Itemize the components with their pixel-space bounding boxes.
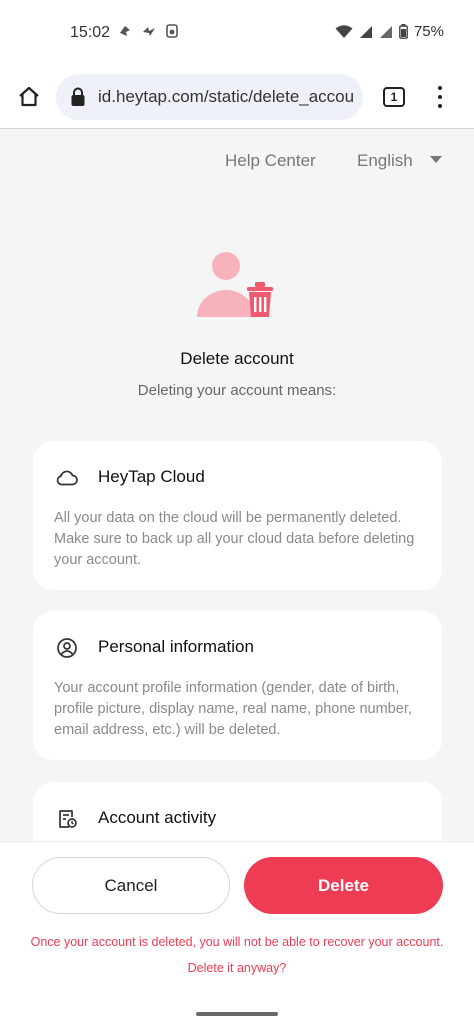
battery-icon	[399, 24, 408, 39]
signal-icon	[359, 25, 372, 38]
url-text[interactable]: id.heytap.com/static/delete_account	[98, 87, 353, 109]
card-title: Account activity	[98, 808, 217, 827]
browser-toolbar: id.heytap.com/static/delete_account 1	[0, 70, 474, 126]
info-card-heytap-cloud: HeyTap Cloud All your data on the cloud …	[33, 441, 442, 590]
wifi-icon	[335, 24, 353, 38]
signal-icon	[379, 25, 392, 38]
more-menu-button[interactable]	[432, 84, 448, 110]
page-content: Help Center English Delete account Delet…	[0, 129, 474, 841]
notification-icon	[120, 26, 130, 36]
card-title: Personal information	[98, 637, 254, 656]
delete-warning-text: Once your account is deleted, you will n…	[30, 935, 444, 975]
home-button[interactable]	[14, 82, 44, 112]
info-card-account-activity: Account activity	[33, 782, 442, 841]
tab-switcher-button[interactable]: 1	[383, 87, 405, 107]
info-card-personal-information: Personal information Your account profil…	[33, 611, 442, 760]
gesture-nav-handle[interactable]	[196, 1012, 278, 1016]
cloud-icon	[56, 470, 78, 486]
activity-log-icon	[59, 810, 77, 828]
help-center-link[interactable]: Help Center	[225, 151, 316, 171]
battery-percent: 75%	[413, 23, 444, 40]
notification-icon	[143, 27, 155, 36]
delete-button[interactable]: Delete	[244, 857, 443, 914]
page-title: Delete account	[180, 349, 294, 368]
menu-dot-icon	[438, 104, 442, 108]
delete-user-icon	[197, 252, 273, 317]
address-bar[interactable]: id.heytap.com/static/delete_account	[56, 74, 363, 120]
action-footer: Cancel Delete Once your account is delet…	[0, 841, 474, 1024]
speaker-icon	[166, 24, 178, 38]
menu-dot-icon	[438, 86, 442, 90]
status-bar: 15:02 75%	[0, 0, 474, 66]
cancel-button[interactable]: Cancel	[32, 857, 230, 914]
card-body: Your account profile information (gender…	[54, 680, 412, 738]
lock-icon	[71, 87, 85, 106]
card-body: All your data on the cloud will be perma…	[54, 510, 415, 568]
person-icon	[57, 638, 77, 658]
chevron-down-icon[interactable]	[430, 156, 442, 163]
menu-dot-icon	[438, 95, 442, 99]
home-icon	[19, 86, 39, 107]
card-title: HeyTap Cloud	[98, 467, 205, 486]
status-time: 15:02	[70, 24, 111, 41]
language-selector[interactable]: English	[357, 151, 413, 171]
page-subtitle: Deleting your account means:	[137, 382, 337, 399]
